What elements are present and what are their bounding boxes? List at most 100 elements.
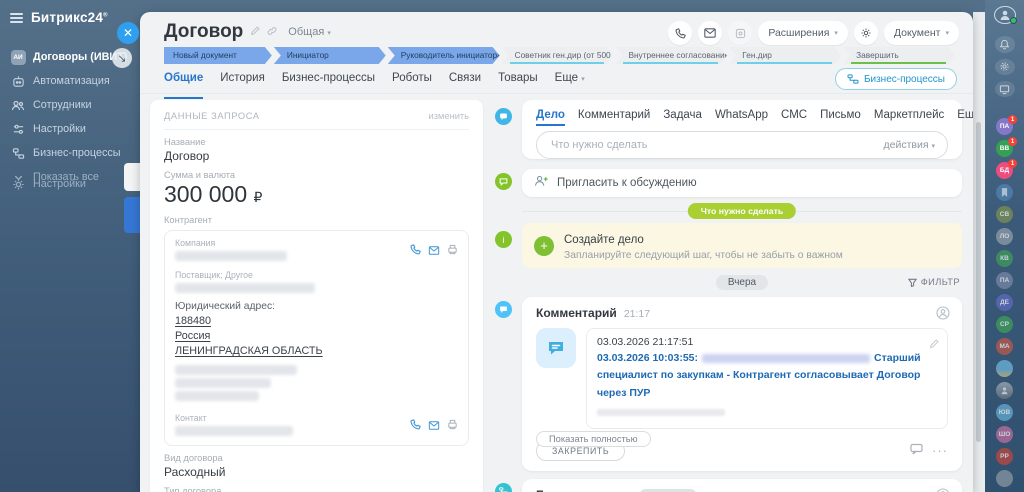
rail-avatar-photo[interactable] [996,382,1013,399]
todo-pill-button[interactable]: Что нужно сделать [688,203,796,219]
actions-dropdown[interactable]: действия ▾ [884,139,935,151]
gear-icon [10,176,26,192]
rail-avatar[interactable]: ЮВ [996,404,1013,421]
rail-avatar[interactable]: РР [996,448,1013,465]
rail-avatar[interactable]: КВ [996,250,1013,267]
author-avatar-icon[interactable] [936,306,950,325]
contact-value-redacted[interactable] [175,426,293,436]
address-region: ЛЕНИНГРАДСКАЯ ОБЛАСТЬ [175,345,323,357]
tab-history[interactable]: История [220,72,265,94]
settings-icon[interactable] [995,59,1015,75]
sidebar-item-bizproc[interactable]: Бизнес-процессы [0,141,140,165]
extensions-dropdown[interactable]: Расширения▾ [758,21,848,45]
print-contact-icon[interactable] [447,417,458,435]
show-full-button[interactable]: Показать полностью [536,431,651,447]
tl-tab-letter[interactable]: Письмо [820,109,861,121]
tl-tab-marketplace[interactable]: Маркетплейс [874,109,944,121]
rail-avatar[interactable]: ДЕ [996,294,1013,311]
more-actions-icon[interactable]: ··· [932,447,948,455]
day-pill[interactable]: Вчера [716,275,768,290]
todo-input[interactable] [549,138,884,152]
stage-segment[interactable]: Ген.дир [729,47,841,64]
bizproc-title: Бизнес-процесс [536,488,632,492]
rail-avatar[interactable]: СР [996,316,1013,333]
rail-avatar[interactable]: ПА1 [996,118,1013,135]
bizproc-pill-button[interactable]: Бизнес-процессы [835,68,957,90]
add-activity-plus-icon[interactable]: + [534,236,554,256]
stage-segment[interactable]: Новый документ [164,47,272,64]
tl-tab-sms[interactable]: СМС [781,109,807,121]
hint-title[interactable]: Создайте дело [564,234,644,246]
company-label: Компания [175,238,410,248]
phone-button[interactable] [668,21,692,45]
tl-tab-more[interactable]: Еще ▾ [957,109,973,121]
address-redacted [175,378,271,388]
sidebar-item-settings[interactable]: Настройки [0,117,140,141]
stage-progress-bar: Новый документ Инициатор Руководитель ин… [164,47,955,64]
stage-segment[interactable]: Руководитель инициатора [388,47,500,64]
left-sidebar: Битрикс24® АИ Договоры (ИВИТ) Автоматиза… [0,0,140,492]
tab-more[interactable]: Еще ▾ [555,72,585,94]
rail-avatar-photo[interactable] [996,360,1013,377]
stage-segment[interactable]: Инициатор [274,47,386,64]
rail-avatar[interactable] [996,184,1013,201]
timeline-column: Дело Комментарий Задача WhatsApp СМС Пис… [522,100,962,492]
pipeline-selector[interactable]: Общая ▾ [288,26,331,38]
rail-avatar[interactable]: ВВ1 [996,140,1013,157]
tl-tab-whatsapp[interactable]: WhatsApp [715,109,768,121]
edit-title-icon[interactable] [250,26,260,39]
rail-avatar[interactable]: ЛО [996,228,1013,245]
company-value-redacted[interactable] [175,251,287,261]
close-slider-button[interactable]: ✕ [117,22,139,44]
email-button[interactable] [698,21,722,45]
name-value[interactable]: Договор [164,149,469,163]
stage-segment[interactable]: Советник ген.дир (от 500 т.р.) [502,47,614,64]
scrollbar-thumb[interactable] [976,122,981,442]
desktop-app-icon[interactable] [995,81,1015,97]
call-contact-icon[interactable] [410,417,421,435]
invite-label[interactable]: Пригласить к обсуждению [557,177,697,189]
comment-reply-icon[interactable] [910,442,923,460]
sidebar-footer-settings[interactable]: Настройки [0,172,140,196]
push-app-button[interactable] [728,21,752,45]
rail-avatar[interactable]: СВ [996,206,1013,223]
stage-segment[interactable]: Внутреннее согласование [615,47,727,64]
rail-avatar[interactable]: ПА [996,272,1013,289]
todo-divider: Что нужно сделать [522,202,962,220]
rail-avatar[interactable]: ШО [996,426,1013,443]
mail-contact-icon[interactable] [428,417,440,435]
user-avatar[interactable] [994,6,1016,24]
mail-company-icon[interactable] [428,242,440,260]
edit-comment-icon[interactable] [929,336,939,354]
tab-general[interactable]: Общие [164,72,203,94]
call-company-icon[interactable] [410,242,421,260]
rail-avatar[interactable]: МА [996,338,1013,355]
tl-tab-comment[interactable]: Комментарий [578,109,650,121]
sum-value[interactable]: 300 000 ₽ [164,181,469,208]
kind-value[interactable]: Расходный [164,465,469,479]
author-avatar-icon[interactable] [936,488,950,492]
print-company-icon[interactable] [447,242,458,260]
sidebar-item-automation[interactable]: Автоматизация [0,69,140,93]
copy-link-icon[interactable] [267,26,277,39]
bizproc-card: Бизнес-процесс ОТМЕНЕН 14:43 Процесс [522,479,962,492]
invite-card[interactable]: Пригласить к обсуждению [522,169,962,197]
document-dropdown[interactable]: Документ▾ [884,21,959,45]
tab-robots[interactable]: Роботы [392,72,432,94]
tab-bizproc[interactable]: Бизнес-процессы [282,72,375,94]
rail-avatar[interactable] [996,470,1013,487]
tab-products[interactable]: Товары [498,72,538,94]
tab-links[interactable]: Связи [449,72,481,94]
menu-icon[interactable] [10,13,23,23]
notifications-bell-icon[interactable] [995,36,1015,52]
filter-button[interactable]: ФИЛЬТР [908,277,960,287]
stage-segment[interactable]: Завершить [843,47,955,64]
edit-link[interactable]: изменить [429,111,469,121]
sidebar-item-employees[interactable]: Сотрудники [0,93,140,117]
panel-settings-gear-icon[interactable] [854,21,878,45]
rail-avatar[interactable]: БД1 [996,162,1013,179]
address-zip: 188480 [175,315,211,327]
tl-tab-deal[interactable]: Дело [536,109,565,121]
tl-tab-task[interactable]: Задача [663,109,702,121]
expand-slider-button[interactable]: ↘ [112,48,132,68]
